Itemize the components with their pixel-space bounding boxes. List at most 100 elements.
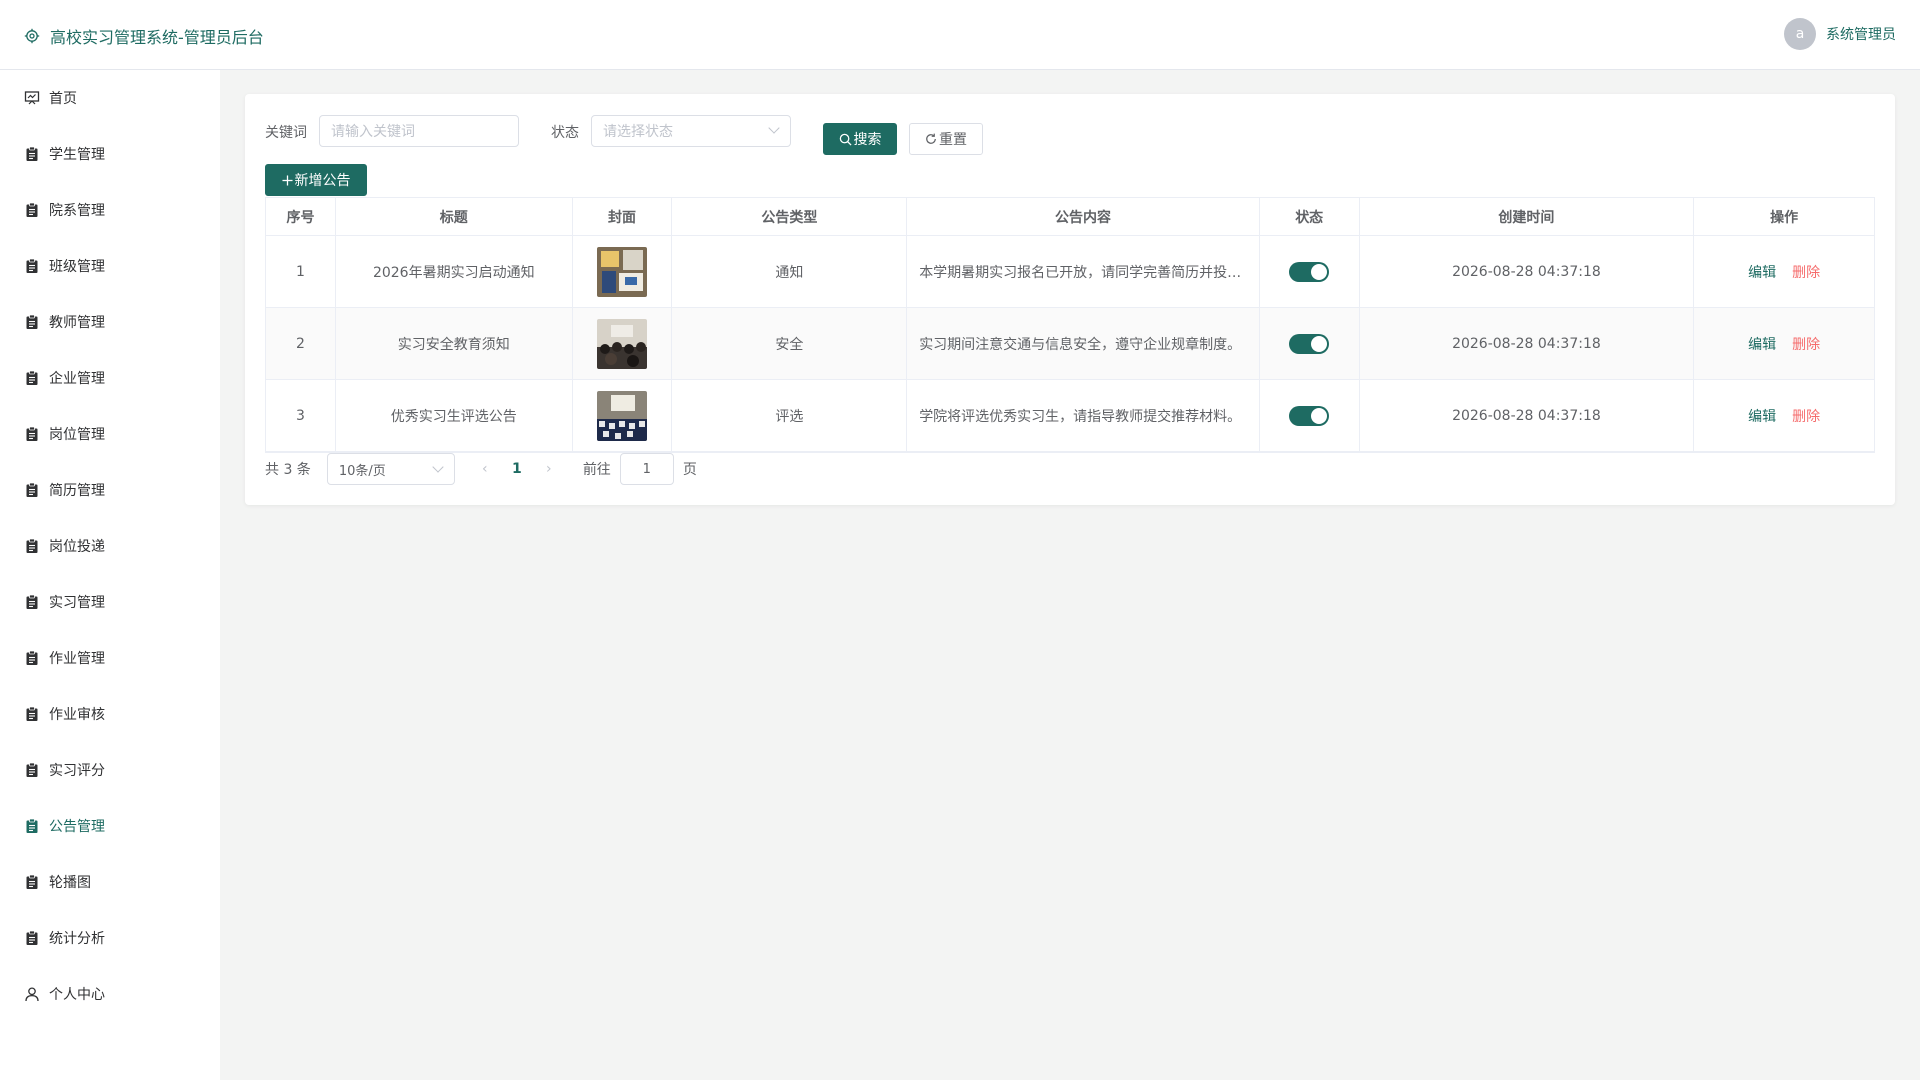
clipboard-icon (24, 258, 40, 274)
cover-image[interactable] (597, 390, 648, 441)
plus-icon (281, 174, 293, 186)
keyword-placeholder: 请输入关键词 (331, 124, 415, 140)
sidebar-item-14[interactable]: 轮播图 (0, 854, 220, 910)
clipboard-icon (24, 594, 40, 610)
column-header: 封面 (573, 198, 673, 235)
clipboard-icon (24, 202, 40, 218)
sidebar-item-4[interactable]: 教师管理 (0, 294, 220, 350)
sidebar-item-15[interactable]: 统计分析 (0, 910, 220, 966)
prev-page-icon[interactable]: ‹ (471, 461, 499, 477)
edit-button[interactable]: 编辑 (1748, 334, 1776, 354)
announcement-panel: 关键词 请输入关键词 状态 请选择状态 搜索 重置 新增公告 序号 标题 封面 公告类… (245, 94, 1895, 505)
cover-image[interactable] (597, 318, 648, 369)
row-type: 评选 (672, 380, 908, 451)
clipboard-icon (24, 650, 40, 666)
sidebar-item-label: 教师管理 (49, 315, 105, 331)
clipboard-icon (24, 930, 40, 946)
clipboard-icon (24, 538, 40, 554)
sidebar-item-label: 公告管理 (49, 819, 105, 835)
column-header: 序号 (266, 198, 336, 235)
brand[interactable]: 高校实习管理系统-管理员后台 (24, 24, 264, 48)
delete-button[interactable]: 删除 (1792, 406, 1820, 426)
page-number[interactable]: 1 (499, 461, 535, 477)
row-status-cell (1260, 380, 1360, 451)
clipboard-icon (24, 818, 40, 834)
goto-label: 前往 (582, 462, 611, 478)
edit-button[interactable]: 编辑 (1748, 406, 1776, 426)
table-row: 3 优秀实习生评选公告 评选 学院将评选优秀实习生，请指导教师提交推荐材料。 2026-… (266, 380, 1874, 452)
sidebar-item-16[interactable]: 个人中心 (0, 966, 220, 1022)
cover-image[interactable] (597, 246, 648, 297)
sidebar-item-3[interactable]: 班级管理 (0, 238, 220, 294)
sidebar-item-9[interactable]: 实习管理 (0, 574, 220, 630)
sidebar-item-label: 班级管理 (49, 259, 105, 275)
username[interactable]: 系统管理员 (1826, 24, 1896, 44)
row-created-time: 2026-08-28 04:37:18 (1360, 380, 1695, 451)
row-cover-cell (573, 308, 673, 379)
clipboard-icon (24, 314, 40, 330)
add-announcement-button[interactable]: 新增公告 (265, 164, 367, 196)
table-header: 序号 标题 封面 公告类型 公告内容 状态 创建时间 操作 (266, 198, 1874, 236)
clipboard-icon (24, 874, 40, 890)
status-toggle[interactable] (1289, 405, 1330, 426)
sidebar-item-10[interactable]: 作业管理 (0, 630, 220, 686)
sidebar-item-6[interactable]: 岗位管理 (0, 406, 220, 462)
edit-button[interactable]: 编辑 (1748, 262, 1776, 282)
sidebar-item-0[interactable]: 首页 (0, 70, 220, 126)
user-menu[interactable]: a 系统管理员 (1784, 18, 1896, 50)
status-toggle[interactable] (1289, 333, 1330, 354)
sidebar-item-label: 岗位投递 (49, 539, 105, 555)
row-title: 优秀实习生评选公告 (336, 380, 573, 451)
goto-page-input[interactable]: 1 (619, 453, 674, 485)
sidebar-item-11[interactable]: 作业审核 (0, 686, 220, 742)
row-created-time: 2026-08-28 04:37:18 (1360, 308, 1695, 379)
clipboard-icon (24, 426, 40, 442)
row-type: 安全 (672, 308, 908, 379)
pagination: 共 3 条 10条/页 ‹ 1 › 前往 1 页 (265, 453, 697, 485)
status-select[interactable]: 请选择状态 (591, 115, 791, 147)
sidebar-item-5[interactable]: 企业管理 (0, 350, 220, 406)
sidebar-item-label: 作业管理 (49, 651, 105, 667)
column-header: 状态 (1260, 198, 1360, 235)
clipboard-icon (24, 762, 40, 778)
sidebar-item-1[interactable]: 学生管理 (0, 126, 220, 182)
row-content-cell: 实习期间注意交通与信息安全，遵守企业规章制度。 (907, 308, 1260, 379)
delete-button[interactable]: 删除 (1792, 334, 1820, 354)
sidebar-item-label: 学生管理 (49, 147, 105, 163)
sidebar: 首页学生管理院系管理班级管理教师管理企业管理 岗位管理 简历管理岗位投递实习管理作业… (0, 70, 220, 1080)
search-icon (839, 133, 852, 146)
table-body: 1 2026年暑期实习启动通知 通知 本学期暑期实习报名已开放，请同学完善简历并投… 2… (266, 236, 1874, 452)
next-page-icon[interactable]: › (535, 461, 563, 477)
row-index: 1 (266, 236, 336, 307)
search-button[interactable]: 搜索 (823, 123, 897, 155)
sidebar-item-7[interactable]: 简历管理 (0, 462, 220, 518)
status-toggle[interactable] (1289, 261, 1330, 282)
row-status-cell (1260, 308, 1360, 379)
row-cover-cell (573, 380, 673, 451)
avatar[interactable]: a (1784, 18, 1816, 50)
sidebar-item-label: 个人中心 (49, 987, 105, 1003)
page-size-select[interactable]: 10条/页 (326, 453, 455, 485)
reset-button[interactable]: 重置 (909, 123, 983, 155)
row-title: 2026年暑期实习启动通知 (336, 236, 573, 307)
search-button-label: 搜索 (853, 132, 882, 148)
clipboard-icon (24, 482, 40, 498)
sidebar-item-2[interactable]: 院系管理 (0, 182, 220, 238)
sidebar-item-12[interactable]: 实习评分 (0, 742, 220, 798)
keyword-input[interactable]: 请输入关键词 (319, 115, 519, 147)
column-header: 公告类型 (672, 198, 908, 235)
row-actions: 编辑 删除 (1694, 236, 1874, 307)
dashboard-icon (24, 90, 40, 106)
sidebar-item-13[interactable]: 公告管理 (0, 798, 220, 854)
page-size-value: 10条/页 (338, 463, 386, 479)
clipboard-icon (24, 146, 40, 162)
delete-button[interactable]: 删除 (1792, 262, 1820, 282)
toggle-knob (1311, 263, 1328, 280)
row-actions: 编辑 删除 (1694, 380, 1874, 451)
sidebar-item-8[interactable]: 岗位投递 (0, 518, 220, 574)
table-row: 1 2026年暑期实习启动通知 通知 本学期暑期实习报名已开放，请同学完善简历并投… 2… (266, 236, 1874, 308)
sidebar-item-label: 首页 (49, 91, 77, 107)
clipboard-icon (24, 370, 40, 386)
toggle-knob (1311, 407, 1328, 424)
row-content-cell: 本学期暑期实习报名已开放，请同学完善简历并投… (907, 236, 1260, 307)
